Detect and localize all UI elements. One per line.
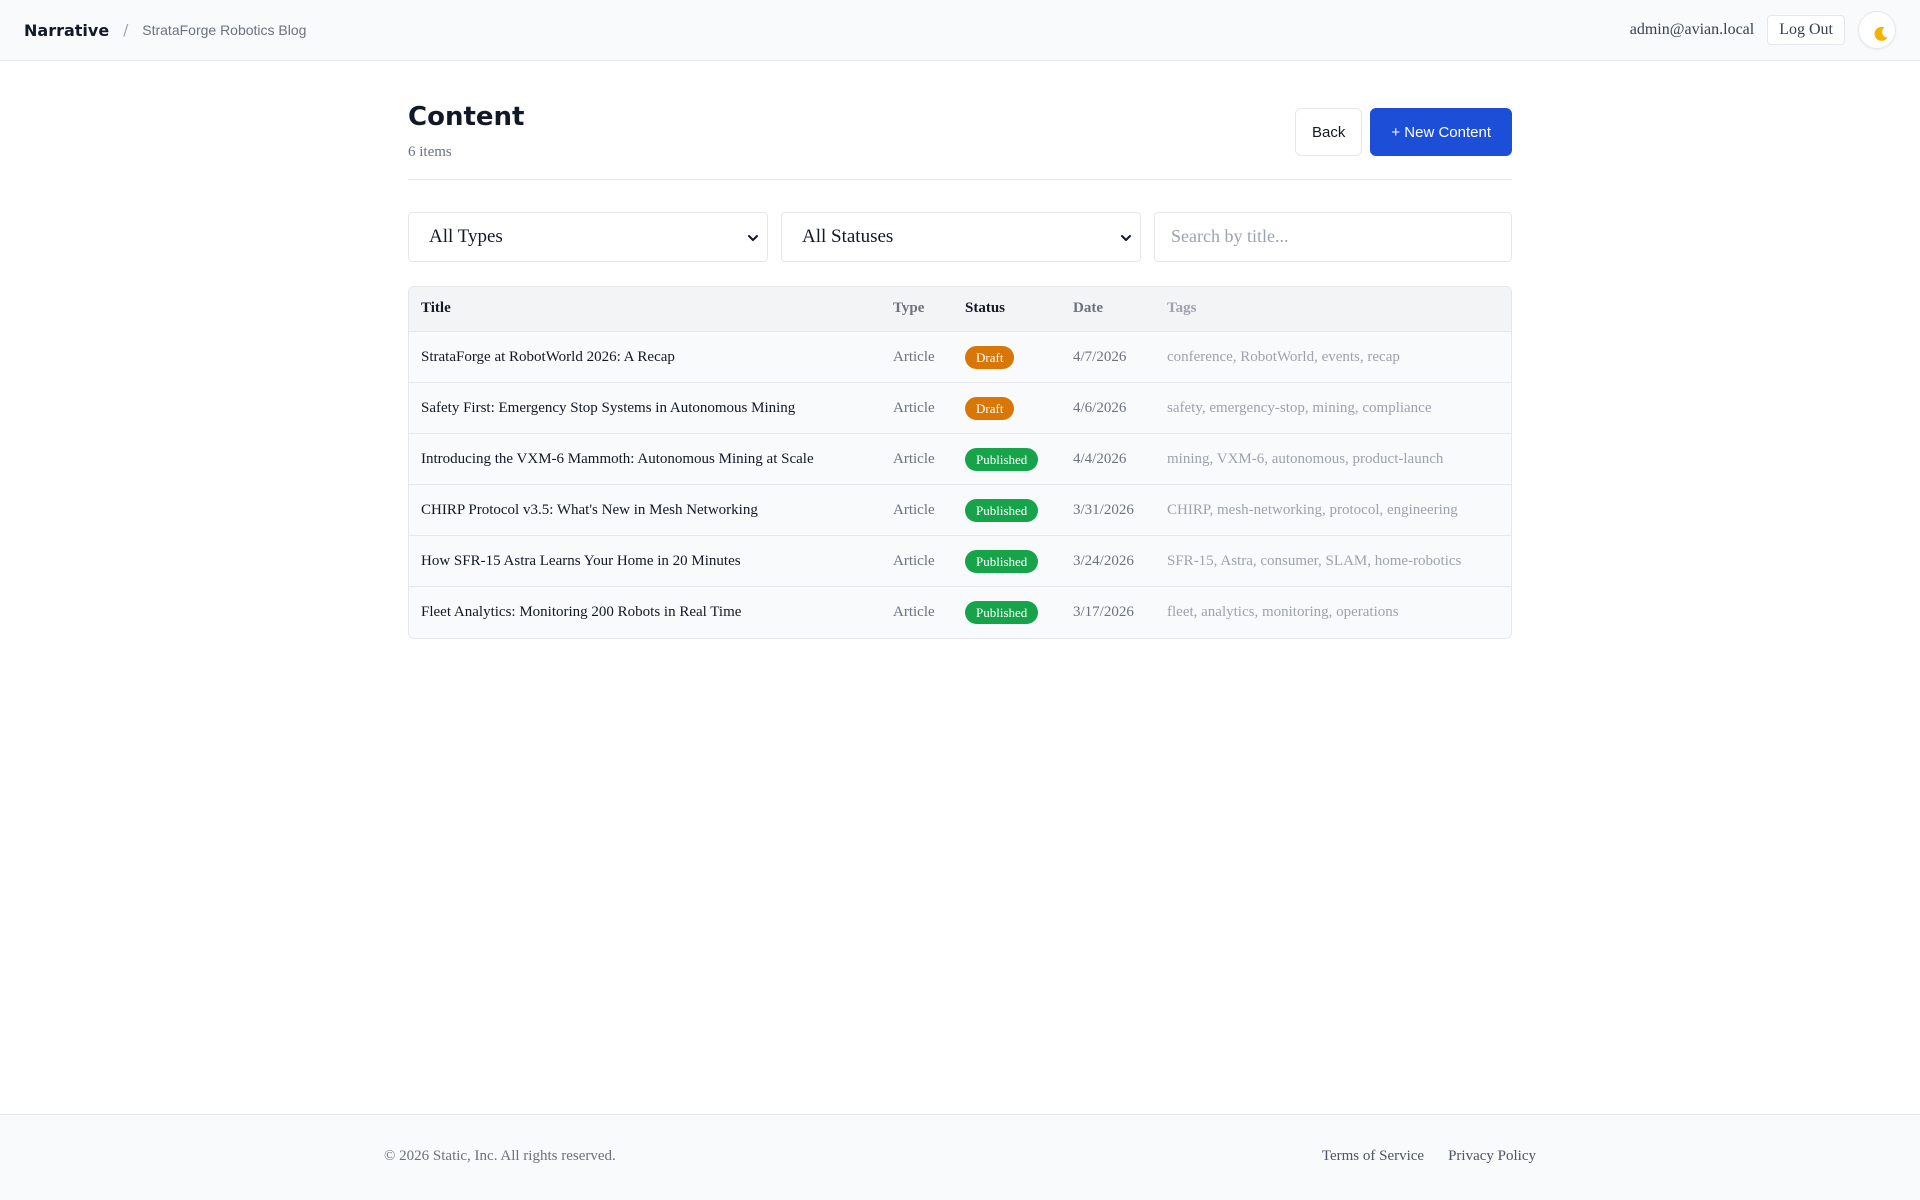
status-cell: Draft [953,331,1061,384]
row-type: Article [881,484,953,537]
page-header: Content 6 items Back + New Content [408,61,1512,180]
table-row[interactable]: StrataForge at RobotWorld 2026: A Recap A… [409,331,1511,384]
row-tags: CHIRP, mesh-networking, protocol, engine… [1155,484,1511,537]
footer: © 2026 Static, Inc. All rights reserved.… [0,1114,1920,1200]
filter-bar: All Types All Statuses [408,211,1512,262]
table-row[interactable]: CHIRP Protocol v3.5: What's New in Mesh … [409,484,1511,537]
footer-links: Terms of Service Privacy Policy [1322,1148,1536,1165]
row-type: Article [881,331,953,384]
page-title: Content [408,102,525,132]
status-cell: Published [953,433,1061,486]
main-content: Content 6 items Back + New Content All T… [408,61,1512,639]
row-type: Article [893,603,935,620]
table-row[interactable]: Fleet Analytics: Monitoring 200 Robots i… [409,587,1511,638]
row-title[interactable]: Introducing the VXM-6 Mammoth: Autonomou… [409,433,881,486]
theme-toggle-button[interactable] [1858,11,1896,49]
row-tags: safety, emergency-stop, mining, complian… [1155,382,1511,435]
status-badge: Published [965,498,1039,522]
row-tags: mining, VXM-6, autonomous, product-launc… [1155,433,1511,486]
row-date: 3/31/2026 [1061,484,1155,537]
chevron-down-icon [1121,234,1131,241]
row-tags: SFR-15, Astra, consumer, SLAM, home-robo… [1155,535,1511,588]
item-count: 6 items [408,143,452,160]
status-badge: Draft [965,396,1015,420]
row-date: 4/4/2026 [1061,433,1155,486]
status-cell: Published [953,587,1061,638]
column-header-tags[interactable]: Tags [1155,286,1511,333]
status-filter-value: All Statuses [802,225,894,247]
row-title[interactable]: CHIRP Protocol v3.5: What's New in Mesh … [409,484,881,537]
breadcrumb-separator: / [123,21,129,39]
logout-button[interactable]: Log Out [1767,15,1845,45]
chevron-down-icon [748,234,758,241]
site-name[interactable]: StrataForge Robotics Blog [142,22,306,38]
row-date: 4/7/2026 [1061,331,1155,384]
row-date: 3/24/2026 [1061,535,1155,588]
status-badge: Draft [965,345,1015,369]
table-row[interactable]: Introducing the VXM-6 Mammoth: Autonomou… [409,433,1511,486]
column-header-type[interactable]: Type [881,286,953,333]
row-date: 3/17/2026 [1073,603,1134,620]
type-filter-select[interactable]: All Types [408,211,768,262]
table-row[interactable]: Safety First: Emergency Stop Systems in … [409,382,1511,435]
brand-name[interactable]: Narrative [24,21,109,40]
back-button[interactable]: Back [1295,108,1363,156]
copyright-text: © 2026 Static, Inc. All rights reserved. [384,1148,616,1164]
top-bar: Narrative / StrataForge Robotics Blog ad… [0,0,1920,61]
row-type: Article [881,535,953,588]
row-type: Article [881,433,953,486]
status-cell: Draft [953,382,1061,435]
status-badge: Published [965,447,1039,471]
row-title[interactable]: Fleet Analytics: Monitoring 200 Robots i… [409,587,881,638]
page-actions: Back + New Content [1295,108,1512,156]
row-type: Article [881,382,953,435]
privacy-link[interactable]: Privacy Policy [1448,1148,1536,1165]
status-filter-select[interactable]: All Statuses [781,211,1141,262]
status-badge: Published [965,549,1039,573]
type-filter-value: All Types [429,225,503,247]
status-cell: Published [953,484,1061,537]
row-title[interactable]: Safety First: Emergency Stop Systems in … [409,382,881,435]
status-cell: Published [953,535,1061,588]
column-header-status[interactable]: Status [953,286,1061,333]
user-area: admin@avian.local Log Out [1630,11,1896,49]
row-date: 4/6/2026 [1061,382,1155,435]
row-title[interactable]: StrataForge at RobotWorld 2026: A Recap [409,331,881,384]
status-badge: Published [965,600,1039,624]
table-header-row: Title Type Status Date Tags [409,286,1511,333]
moon-icon [1874,26,1888,41]
table-row[interactable]: How SFR-15 Astra Learns Your Home in 20 … [409,535,1511,588]
row-tags: fleet, analytics, monitoring, operations [1167,603,1399,620]
terms-link[interactable]: Terms of Service [1322,1148,1424,1165]
new-content-button[interactable]: + New Content [1370,108,1512,156]
user-email: admin@avian.local [1629,21,1755,38]
row-title[interactable]: How SFR-15 Astra Learns Your Home in 20 … [409,535,881,588]
breadcrumb: Narrative / StrataForge Robotics Blog [24,21,306,40]
column-header-title[interactable]: Title [409,286,881,333]
search-input[interactable] [1154,211,1512,262]
content-table: Title Type Status Date Tags StrataForge … [408,285,1512,639]
column-header-date[interactable]: Date [1061,286,1155,333]
row-tags: conference, RobotWorld, events, recap [1155,331,1511,384]
